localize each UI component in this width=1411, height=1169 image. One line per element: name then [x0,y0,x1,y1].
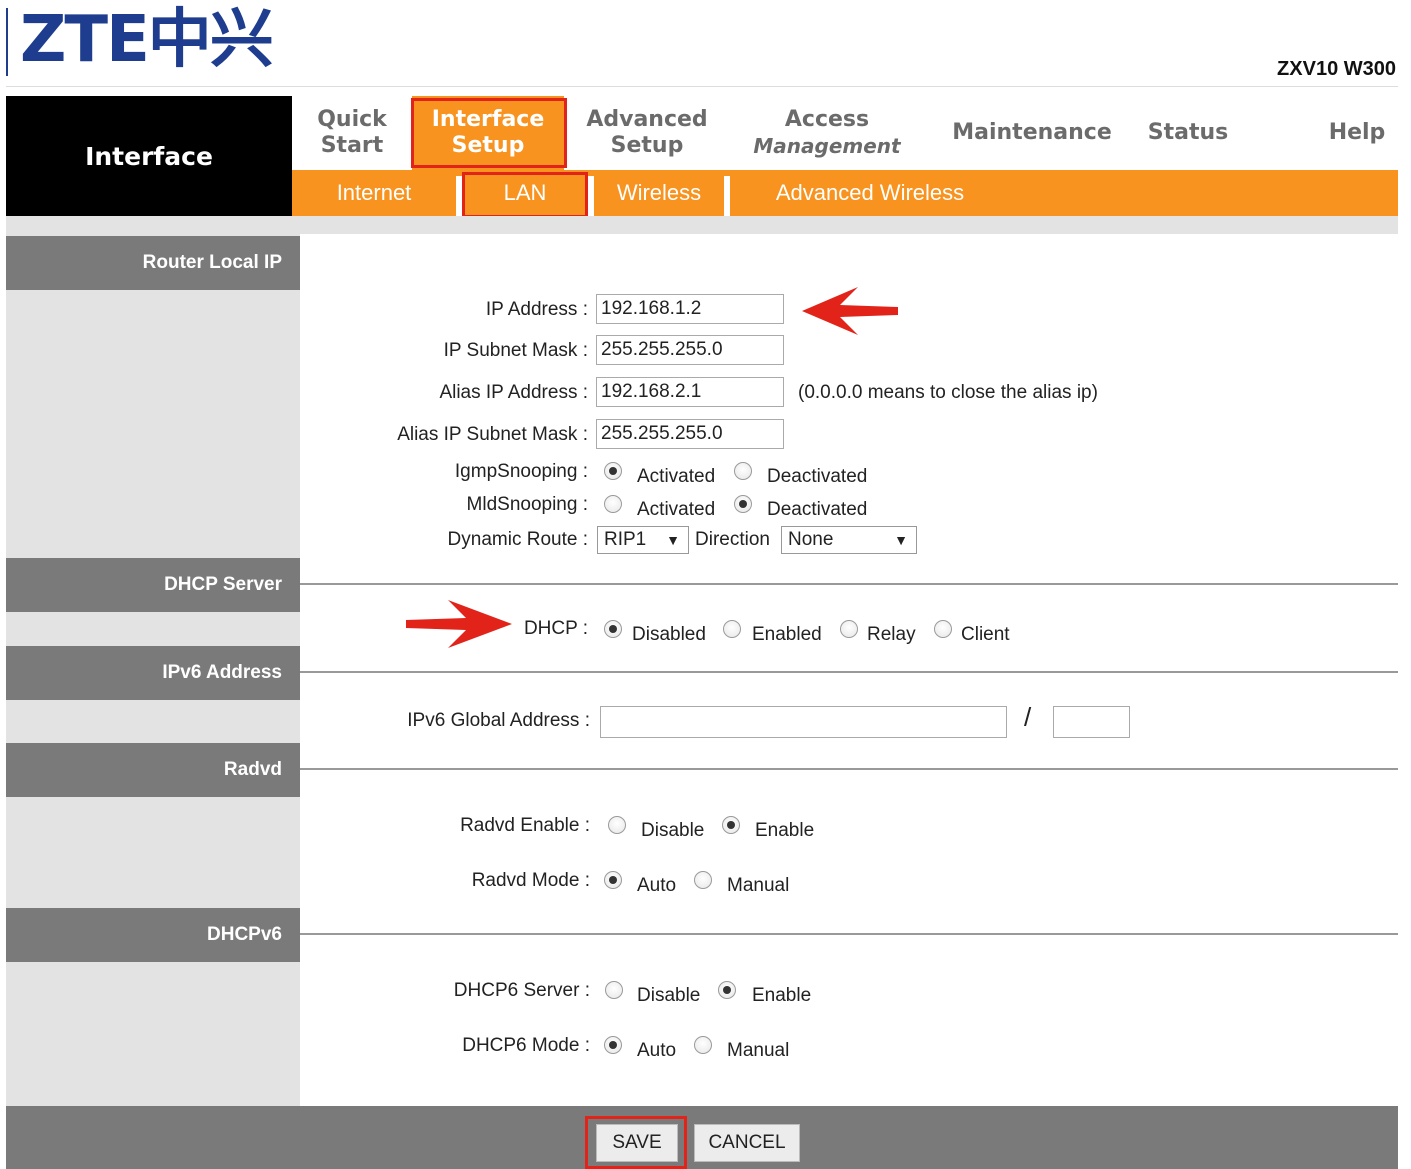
section-router-local-ip: Router Local IP [6,236,300,290]
radvd-disable-radio[interactable] [608,816,626,834]
igmp-label: IgmpSnooping : [454,461,588,482]
subnav-wireless[interactable]: Wireless [594,170,724,216]
igmp-activated-label: Activated [637,466,716,487]
dhcp-disabled-label: Disabled [632,624,706,645]
subnet-mask-label: IP Subnet Mask : [443,340,588,361]
section-brand: Interface [6,96,292,216]
mld-activated-label: Activated [637,499,716,520]
alias-mask-input[interactable] [596,419,784,449]
ip-address-label: IP Address : [485,299,588,320]
direction-select[interactable]: None ▼ [781,526,917,554]
header-divider [6,86,1398,87]
dhcp-client-radio[interactable] [934,620,952,638]
section-divider [300,583,1398,585]
nav-quick-start[interactable]: Quick Start [292,96,412,170]
highlight-interface-setup [411,98,567,168]
highlight-save [585,1116,687,1169]
alias-ip-input[interactable] [596,377,784,407]
red-arrow-right-icon [406,600,512,648]
dhcp-enabled-radio[interactable] [723,620,741,638]
mld-label: MldSnooping : [466,494,588,515]
ipv6-global-input[interactable] [600,706,1007,738]
sub-nav: Internet LAN Wireless Advanced Wireless [292,170,1398,216]
prefix-slash: / [1024,702,1032,732]
zte-logo: ZTE中兴 [20,3,274,77]
dropdown-arrow-icon: ▼ [666,532,680,548]
dhcp-enabled-label: Enabled [752,624,822,645]
radvd-manual-radio[interactable] [694,871,712,889]
alias-ip-label: Alias IP Address : [439,382,588,403]
cancel-button[interactable]: CANCEL [694,1124,800,1162]
dhcp6-enable-radio[interactable] [718,981,736,999]
dhcp-label: DHCP : [523,618,588,639]
igmp-deactivated-radio[interactable] [734,462,752,480]
dhcp6-server-label: DHCP6 Server : [453,980,590,1001]
ipv6-global-label: IPv6 Global Address : [407,710,590,731]
section-ipv6-address: IPv6 Address [6,646,300,700]
igmp-deactivated-label: Deactivated [767,466,868,487]
dhcp6-manual-radio[interactable] [694,1036,712,1054]
dhcp-client-label: Client [961,624,1010,645]
radvd-enable-radio[interactable] [722,816,740,834]
alias-mask-label: Alias IP Subnet Mask : [397,424,588,445]
subnav-internet[interactable]: Internet [292,170,456,216]
content-top-strip [6,216,1398,234]
dhcp-relay-label: Relay [867,624,916,645]
igmp-activated-radio[interactable] [604,462,622,480]
subnav-advanced-wireless[interactable]: Advanced Wireless [730,170,1010,216]
nav-help[interactable]: Help [1302,96,1411,170]
ip-address-input[interactable] [596,294,784,324]
dynamic-route-label: Dynamic Route : [447,529,588,550]
section-radvd: Radvd [6,743,300,797]
radvd-manual-label: Manual [727,875,790,896]
dhcp6-auto-radio[interactable] [604,1036,622,1054]
nav-access-management[interactable]: Access Management [732,96,922,170]
direction-label: Direction [695,529,770,550]
dhcp6-manual-label: Manual [727,1040,790,1061]
radvd-auto-radio[interactable] [604,871,622,889]
model-name: ZXV10 W300 [1277,58,1396,80]
dropdown-arrow-icon: ▼ [894,532,908,548]
radvd-disable-label: Disable [641,820,705,841]
dhcp6-disable-radio[interactable] [605,981,623,999]
radvd-mode-label: Radvd Mode : [471,870,590,891]
dhcp6-enable-label: Enable [752,985,812,1006]
section-divider [300,671,1398,673]
nav-advanced-setup[interactable]: Advanced Setup [572,96,722,170]
red-arrow-left-icon [802,287,898,335]
dhcp6-mode-label: DHCP6 Mode : [462,1035,590,1056]
nav-maintenance[interactable]: Maintenance [942,96,1122,170]
ipv6-prefix-input[interactable] [1053,706,1130,738]
dhcp-relay-radio[interactable] [840,620,858,638]
radvd-auto-label: Auto [637,875,677,896]
radvd-enable-label: Radvd Enable : [460,815,590,836]
section-dhcpv6: DHCPv6 [6,908,300,962]
section-divider [300,933,1398,935]
radvd-enable-option-label: Enable [755,820,815,841]
dhcp-disabled-radio[interactable] [604,620,622,638]
dhcp6-disable-label: Disable [637,985,701,1006]
nav-status[interactable]: Status [1132,96,1244,170]
mld-deactivated-radio[interactable] [734,495,752,513]
section-dhcp-server: DHCP Server [6,558,300,612]
dhcp6-auto-label: Auto [637,1040,677,1061]
subnet-mask-input[interactable] [596,335,784,365]
dynamic-route-select[interactable]: RIP1 ▼ [597,526,689,554]
alias-ip-note: (0.0.0.0 means to close the alias ip) [798,382,1098,403]
section-divider [300,768,1398,770]
highlight-lan [462,172,588,218]
logo-divider [6,8,8,76]
mld-activated-radio[interactable] [604,495,622,513]
mld-deactivated-label: Deactivated [767,499,868,520]
